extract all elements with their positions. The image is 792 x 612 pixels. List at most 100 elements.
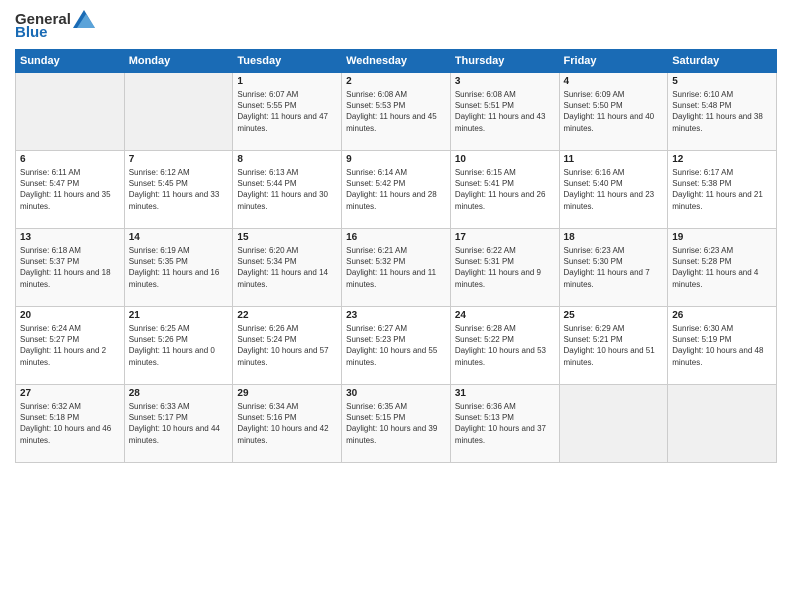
day-info: Sunrise: 6:20 AMSunset: 5:34 PMDaylight:… — [237, 245, 337, 290]
header: General Blue — [15, 10, 777, 41]
day-info: Sunrise: 6:13 AMSunset: 5:44 PMDaylight:… — [237, 167, 337, 212]
day-number: 30 — [346, 388, 446, 399]
day-info: Sunrise: 6:11 AMSunset: 5:47 PMDaylight:… — [20, 167, 120, 212]
day-number: 21 — [129, 310, 229, 321]
day-info: Sunrise: 6:15 AMSunset: 5:41 PMDaylight:… — [455, 167, 555, 212]
day-info: Sunrise: 6:19 AMSunset: 5:35 PMDaylight:… — [129, 245, 229, 290]
calendar-cell — [668, 385, 777, 463]
day-info: Sunrise: 6:18 AMSunset: 5:37 PMDaylight:… — [20, 245, 120, 290]
calendar-cell: 31Sunrise: 6:36 AMSunset: 5:13 PMDayligh… — [450, 385, 559, 463]
logo-blue: Blue — [15, 24, 48, 41]
calendar-week-row: 27 Sunrise: 6:32 AMSunset: 5:18 PMDayligh… — [16, 385, 777, 463]
day-number: 9 — [346, 154, 446, 165]
calendar-table: SundayMondayTuesdayWednesdayThursdayFrid… — [15, 49, 777, 463]
calendar-cell: 20 Sunrise: 6:24 AMSunset: 5:27 PMDayligh… — [16, 307, 125, 385]
calendar-cell: 12 Sunrise: 6:17 AMSunset: 5:38 PMDayligh… — [668, 151, 777, 229]
calendar-cell: 26 Sunrise: 6:30 AMSunset: 5:19 PMDayligh… — [668, 307, 777, 385]
day-number: 29 — [237, 388, 337, 399]
day-number: 17 — [455, 232, 555, 243]
day-number: 14 — [129, 232, 229, 243]
day-number: 20 — [20, 310, 120, 321]
logo: General Blue — [15, 10, 95, 41]
day-info: Sunrise: 6:09 AMSunset: 5:50 PMDaylight:… — [564, 89, 664, 134]
calendar-cell — [124, 73, 233, 151]
day-header: Tuesday — [233, 50, 342, 73]
calendar-cell: 23 Sunrise: 6:27 AMSunset: 5:23 PMDayligh… — [342, 307, 451, 385]
calendar-cell: 25 Sunrise: 6:29 AMSunset: 5:21 PMDayligh… — [559, 307, 668, 385]
day-number: 18 — [564, 232, 664, 243]
day-number: 2 — [346, 76, 446, 87]
day-header: Thursday — [450, 50, 559, 73]
day-info: Sunrise: 6:26 AMSunset: 5:24 PMDaylight:… — [237, 323, 337, 368]
calendar-body: 1Sunrise: 6:07 AMSunset: 5:55 PMDaylight… — [16, 73, 777, 463]
day-info: Sunrise: 6:33 AMSunset: 5:17 PMDaylight:… — [129, 401, 229, 446]
calendar-week-row: 6 Sunrise: 6:11 AMSunset: 5:47 PMDaylight… — [16, 151, 777, 229]
day-header: Saturday — [668, 50, 777, 73]
day-info: Sunrise: 6:12 AMSunset: 5:45 PMDaylight:… — [129, 167, 229, 212]
day-header: Wednesday — [342, 50, 451, 73]
calendar-cell: 3 Sunrise: 6:08 AMSunset: 5:51 PMDaylight… — [450, 73, 559, 151]
day-number: 25 — [564, 310, 664, 321]
day-info: Sunrise: 6:27 AMSunset: 5:23 PMDaylight:… — [346, 323, 446, 368]
day-number: 11 — [564, 154, 664, 165]
day-number: 13 — [20, 232, 120, 243]
day-number: 6 — [20, 154, 120, 165]
day-info: Sunrise: 6:21 AMSunset: 5:32 PMDaylight:… — [346, 245, 446, 290]
day-info: Sunrise: 6:35 AMSunset: 5:15 PMDaylight:… — [346, 401, 446, 446]
calendar-cell: 9 Sunrise: 6:14 AMSunset: 5:42 PMDaylight… — [342, 151, 451, 229]
day-info: Sunrise: 6:14 AMSunset: 5:42 PMDaylight:… — [346, 167, 446, 212]
day-number: 8 — [237, 154, 337, 165]
day-number: 26 — [672, 310, 772, 321]
calendar-cell: 2 Sunrise: 6:08 AMSunset: 5:53 PMDaylight… — [342, 73, 451, 151]
calendar-cell: 14 Sunrise: 6:19 AMSunset: 5:35 PMDayligh… — [124, 229, 233, 307]
logo-icon — [73, 10, 95, 28]
day-info: Sunrise: 6:16 AMSunset: 5:40 PMDaylight:… — [564, 167, 664, 212]
day-info: Sunrise: 6:29 AMSunset: 5:21 PMDaylight:… — [564, 323, 664, 368]
day-number: 3 — [455, 76, 555, 87]
calendar-cell: 18 Sunrise: 6:23 AMSunset: 5:30 PMDayligh… — [559, 229, 668, 307]
calendar-cell: 7 Sunrise: 6:12 AMSunset: 5:45 PMDaylight… — [124, 151, 233, 229]
calendar-cell: 16Sunrise: 6:21 AMSunset: 5:32 PMDayligh… — [342, 229, 451, 307]
day-info: Sunrise: 6:08 AMSunset: 5:51 PMDaylight:… — [455, 89, 555, 134]
day-info: Sunrise: 6:22 AMSunset: 5:31 PMDaylight:… — [455, 245, 555, 290]
day-info: Sunrise: 6:32 AMSunset: 5:18 PMDaylight:… — [20, 401, 120, 446]
day-info: Sunrise: 6:23 AMSunset: 5:28 PMDaylight:… — [672, 245, 772, 290]
calendar-week-row: 1Sunrise: 6:07 AMSunset: 5:55 PMDaylight… — [16, 73, 777, 151]
calendar-cell: 24 Sunrise: 6:28 AMSunset: 5:22 PMDayligh… — [450, 307, 559, 385]
day-info: Sunrise: 6:23 AMSunset: 5:30 PMDaylight:… — [564, 245, 664, 290]
day-number: 24 — [455, 310, 555, 321]
day-number: 28 — [129, 388, 229, 399]
calendar-cell: 13 Sunrise: 6:18 AMSunset: 5:37 PMDayligh… — [16, 229, 125, 307]
calendar-cell: 8 Sunrise: 6:13 AMSunset: 5:44 PMDaylight… — [233, 151, 342, 229]
day-info: Sunrise: 6:24 AMSunset: 5:27 PMDaylight:… — [20, 323, 120, 368]
day-info: Sunrise: 6:08 AMSunset: 5:53 PMDaylight:… — [346, 89, 446, 134]
day-info: Sunrise: 6:36 AMSunset: 5:13 PMDaylight:… — [455, 401, 555, 446]
calendar-cell: 15 Sunrise: 6:20 AMSunset: 5:34 PMDayligh… — [233, 229, 342, 307]
calendar-cell: 21 Sunrise: 6:25 AMSunset: 5:26 PMDayligh… — [124, 307, 233, 385]
calendar-week-row: 20 Sunrise: 6:24 AMSunset: 5:27 PMDayligh… — [16, 307, 777, 385]
day-number: 27 — [20, 388, 120, 399]
calendar-cell: 4 Sunrise: 6:09 AMSunset: 5:50 PMDaylight… — [559, 73, 668, 151]
calendar-cell: 17 Sunrise: 6:22 AMSunset: 5:31 PMDayligh… — [450, 229, 559, 307]
day-info: Sunrise: 6:17 AMSunset: 5:38 PMDaylight:… — [672, 167, 772, 212]
calendar-cell: 28 Sunrise: 6:33 AMSunset: 5:17 PMDayligh… — [124, 385, 233, 463]
day-number: 4 — [564, 76, 664, 87]
day-info: Sunrise: 6:30 AMSunset: 5:19 PMDaylight:… — [672, 323, 772, 368]
day-header: Friday — [559, 50, 668, 73]
day-info: Sunrise: 6:07 AMSunset: 5:55 PMDaylight:… — [237, 89, 337, 134]
calendar-cell: 6 Sunrise: 6:11 AMSunset: 5:47 PMDaylight… — [16, 151, 125, 229]
day-number: 7 — [129, 154, 229, 165]
calendar-cell: 29Sunrise: 6:34 AMSunset: 5:16 PMDayligh… — [233, 385, 342, 463]
day-number: 22 — [237, 310, 337, 321]
calendar-cell: 19Sunrise: 6:23 AMSunset: 5:28 PMDayligh… — [668, 229, 777, 307]
calendar-header-row: SundayMondayTuesdayWednesdayThursdayFrid… — [16, 50, 777, 73]
day-info: Sunrise: 6:28 AMSunset: 5:22 PMDaylight:… — [455, 323, 555, 368]
calendar-cell: 5Sunrise: 6:10 AMSunset: 5:48 PMDaylight… — [668, 73, 777, 151]
day-number: 23 — [346, 310, 446, 321]
calendar-cell — [559, 385, 668, 463]
day-number: 12 — [672, 154, 772, 165]
day-info: Sunrise: 6:25 AMSunset: 5:26 PMDaylight:… — [129, 323, 229, 368]
day-number: 15 — [237, 232, 337, 243]
day-number: 10 — [455, 154, 555, 165]
day-header: Sunday — [16, 50, 125, 73]
